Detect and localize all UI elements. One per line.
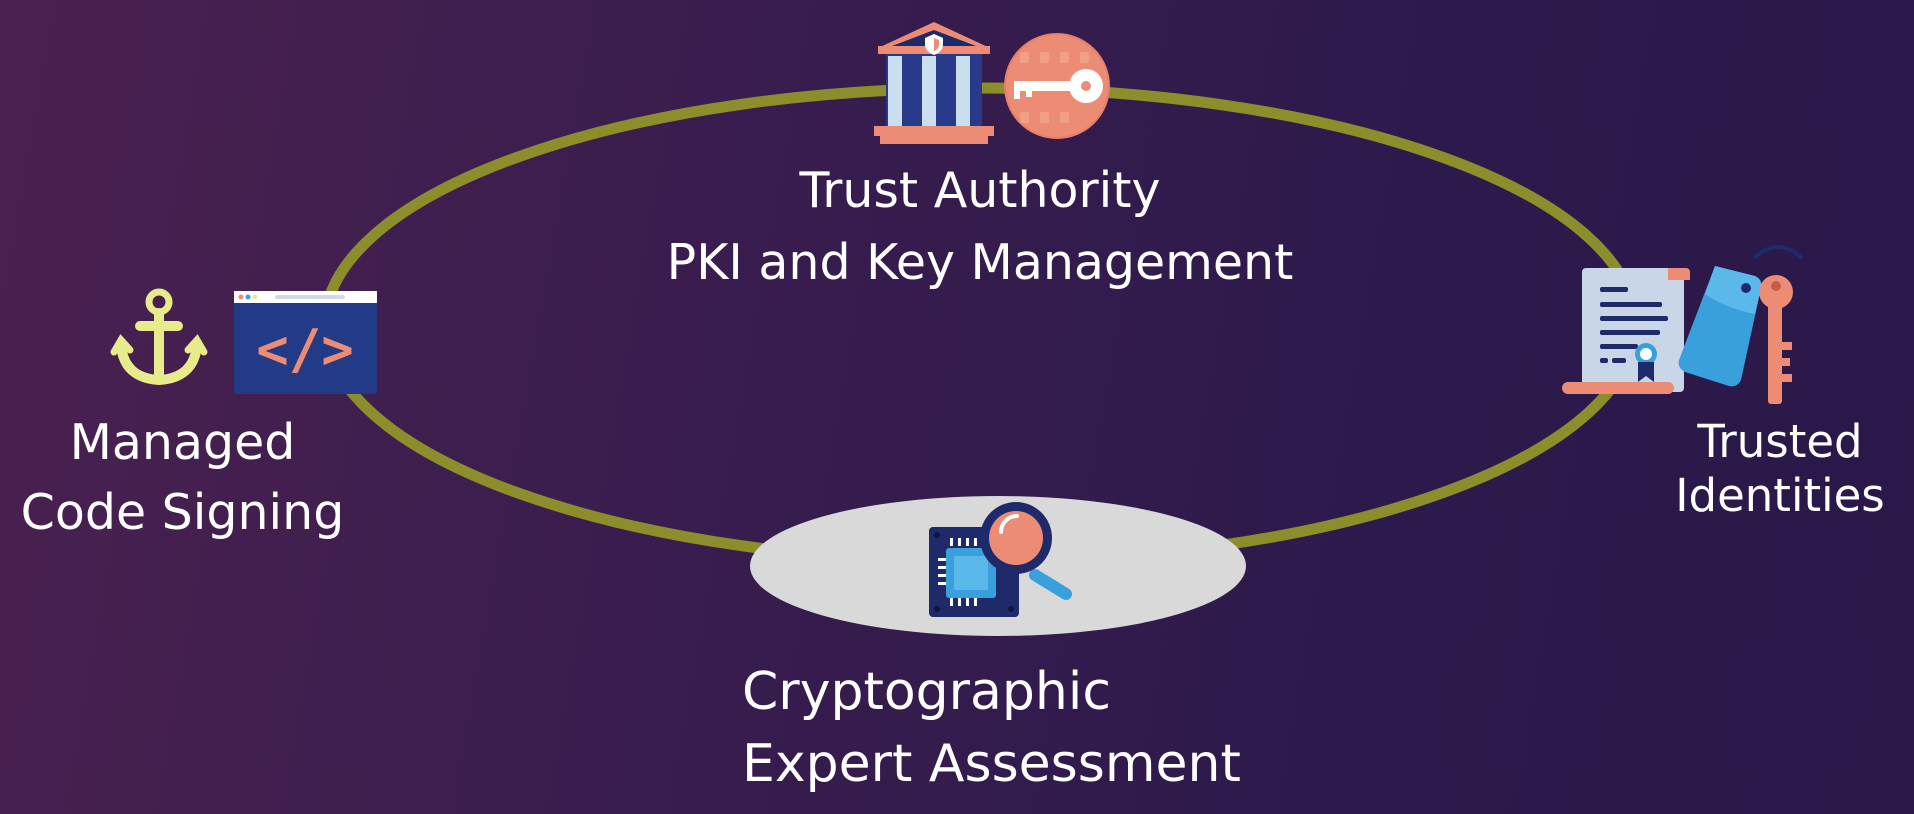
diagram-stage: </> Trust Authority PKI and Key Manageme… (0, 0, 1914, 814)
trusted-identities-label: Trusted Identities (1660, 415, 1900, 523)
key-lock-icon (1004, 33, 1110, 139)
code-window-icon: </> (234, 291, 377, 394)
trusted-identities-line2: Identities (1675, 469, 1885, 522)
svg-text:</>: </> (256, 318, 354, 381)
anchor-icon (110, 288, 208, 386)
expert-assessment-line1: Cryptographic (742, 662, 1111, 722)
trust-authority-line2: PKI and Key Management (666, 234, 1294, 291)
code-signing-label: Managed Code Signing (0, 408, 365, 548)
trust-authority-label: Trust Authority PKI and Key Management (560, 155, 1400, 299)
certificate-icon (1562, 268, 1690, 394)
key-tag-icon (1678, 245, 1804, 404)
bank-icon (874, 22, 994, 144)
trust-authority-line1: Trust Authority (799, 162, 1161, 219)
expert-assessment-line2: Expert Assessment (742, 734, 1241, 794)
code-signing-line1: Managed (69, 414, 296, 471)
code-signing-line2: Code Signing (20, 484, 345, 541)
expert-assessment-label: Cryptographic Expert Assessment (742, 656, 1241, 800)
trusted-identities-line1: Trusted (1697, 415, 1863, 468)
